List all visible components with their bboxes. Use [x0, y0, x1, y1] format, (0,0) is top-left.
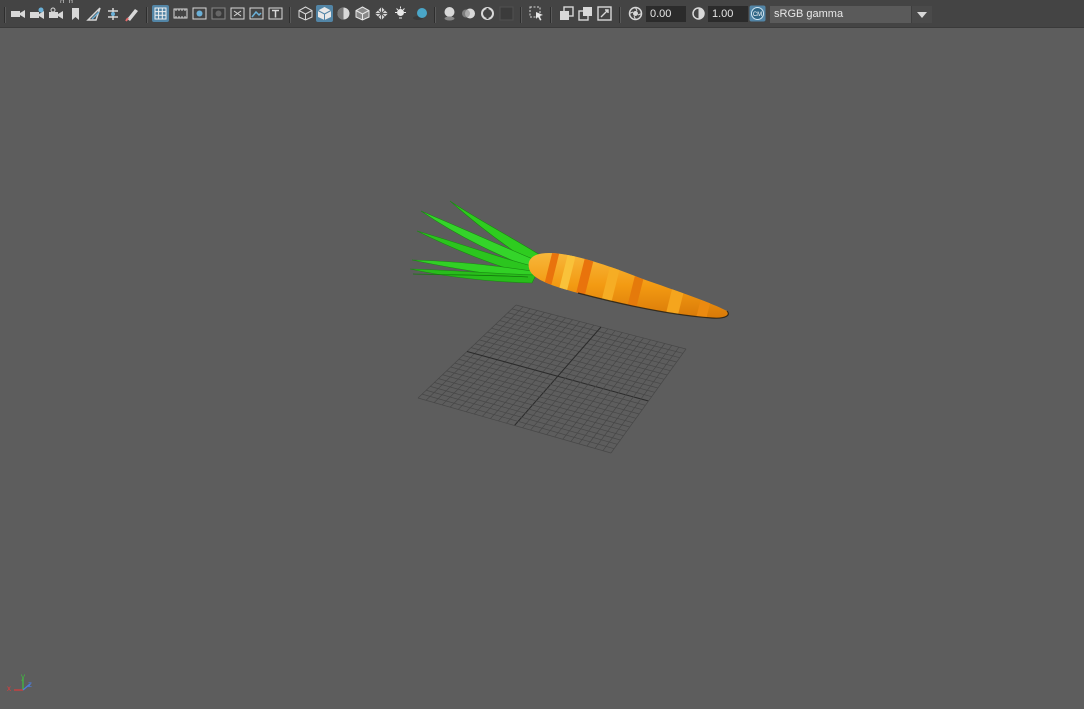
field-chart-icon[interactable] [229, 5, 246, 22]
axis-z-label: z [28, 680, 32, 689]
select-camera-icon[interactable] [9, 5, 26, 22]
axis-x-label: x [7, 684, 11, 693]
toolbar-separator [550, 7, 552, 23]
bookmarks-icon[interactable] [47, 5, 64, 22]
toolbar-separator [520, 7, 522, 23]
use-all-lights-icon[interactable] [392, 5, 409, 22]
grid-line [530, 330, 616, 431]
grid-line [438, 378, 627, 432]
viewport-scene[interactable] [0, 28, 1084, 704]
toolbar-separator [4, 7, 6, 23]
anti-aliasing-icon[interactable] [479, 5, 496, 22]
color-space-value: sRGB gamma [774, 8, 844, 20]
3d-viewport[interactable] [0, 28, 1084, 704]
grid-line [426, 389, 618, 445]
gamma-icon[interactable] [690, 5, 707, 22]
image-plane-icon[interactable] [66, 5, 83, 22]
film-gate-icon[interactable] [172, 5, 189, 22]
toolbar-separator [434, 7, 436, 23]
wireframe-icon[interactable] [297, 5, 314, 22]
smooth-shade-all-icon[interactable] [316, 5, 333, 22]
grid-line [442, 374, 630, 428]
safe-action-icon[interactable] [248, 5, 265, 22]
grid-line [522, 328, 609, 429]
camera-attributes-icon[interactable] [28, 5, 45, 22]
grid-icon[interactable] [152, 5, 169, 22]
2d-pan-zoom-icon[interactable] [85, 5, 102, 22]
carrot-leaves[interactable] [409, 200, 549, 284]
motion-blur-icon[interactable] [460, 5, 477, 22]
xray-icon[interactable] [558, 5, 575, 22]
gamma-field[interactable]: 1.00 [708, 6, 748, 22]
isolate-select-icon[interactable] [528, 5, 545, 22]
resolution-gate-icon[interactable] [191, 5, 208, 22]
use-default-material-icon[interactable] [335, 5, 352, 22]
grid-line [421, 393, 615, 450]
grid-line [430, 386, 621, 441]
color-management-icon[interactable]: CM [749, 5, 766, 22]
toolbar-separator [619, 7, 621, 23]
grease-pencil-icon[interactable] [104, 5, 121, 22]
viewport-toolbar: g g [0, 0, 1084, 28]
grid-line [466, 351, 649, 402]
exposure-icon[interactable] [627, 5, 644, 22]
chevron-down-icon[interactable] [911, 6, 932, 23]
cm-badge-text: CM [753, 12, 762, 18]
xray-active-components-icon[interactable] [577, 5, 594, 22]
safe-title-icon[interactable] [267, 5, 284, 22]
screen-space-ao-icon[interactable] [441, 5, 458, 22]
gate-mask-icon[interactable] [210, 5, 227, 22]
ground-grid [417, 304, 687, 454]
grid-line [462, 355, 646, 406]
shadows-icon[interactable] [411, 5, 428, 22]
xray-joints-icon[interactable] [596, 5, 613, 22]
toolbar-separator [289, 7, 291, 23]
grid-line [434, 382, 624, 437]
toolbar-separator [146, 7, 148, 23]
exposure-field[interactable]: 0.00 [646, 6, 686, 22]
grease-pencil-draw-icon[interactable] [123, 5, 140, 22]
wireframe-on-shaded-icon[interactable] [354, 5, 371, 22]
color-space-dropdown[interactable]: sRGB gamma [770, 6, 932, 23]
depth-of-field-icon[interactable] [498, 5, 515, 22]
axis-y-label: y [21, 672, 25, 681]
carrot-body[interactable] [528, 243, 729, 343]
view-axis-indicator: y x z [6, 672, 38, 700]
grid-line [417, 397, 612, 454]
textured-icon[interactable] [373, 5, 390, 22]
panel-menu-remnant: g g [60, 0, 155, 3]
